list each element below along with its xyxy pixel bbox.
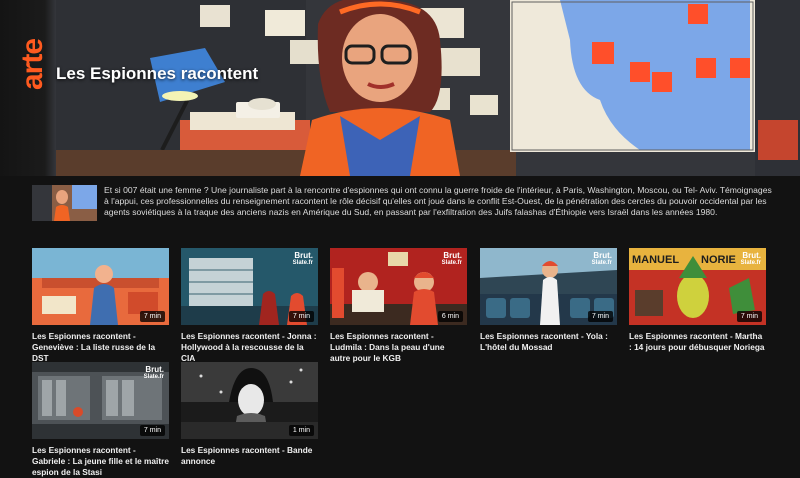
episode-thumbnail[interactable]: Brut. Slate.fr 6 min [330, 248, 467, 325]
arte-logo[interactable]: arte [16, 39, 49, 90]
hero-banner: arte Les Espionnes racontent [0, 0, 800, 176]
svg-text:NORIE: NORIE [701, 254, 736, 266]
episode-thumbnail[interactable]: Brut. Slate.fr 7 min [32, 362, 169, 439]
program-thumbnail[interactable] [32, 185, 97, 221]
episode-title[interactable]: Les Espionnes racontent - Geneviève : La… [32, 331, 169, 364]
episode-thumbnail[interactable]: 7 min [32, 248, 169, 325]
brut-slate-logo: Brut. Slate.fr [441, 251, 462, 266]
episode-title[interactable]: Les Espionnes racontent - Jonna : Hollyw… [181, 331, 318, 364]
episode-title[interactable]: Les Espionnes racontent - Martha : 14 jo… [629, 331, 766, 353]
episode-title[interactable]: Les Espionnes racontent - Gabriele : La … [32, 445, 169, 478]
svg-text:MANUEL: MANUEL [632, 254, 679, 266]
logo-column: arte [0, 0, 56, 176]
episode-card[interactable]: Brut. Slate.fr 6 min Les Espionnes racont… [330, 248, 467, 364]
episode-card[interactable]: 1 min Les Espionnes racontent - Bande an… [181, 362, 318, 467]
episode-thumbnail[interactable]: Brut. Slate.fr 7 min [181, 248, 318, 325]
episode-title[interactable]: Les Espionnes racontent - Ludmila : Dans… [330, 331, 467, 364]
episode-thumbnail[interactable]: Brut. Slate.fr 7 min [480, 248, 617, 325]
brut-slate-logo: Brut. Slate.fr [591, 251, 612, 266]
episode-title[interactable]: Les Espionnes racontent - Bande annonce [181, 445, 318, 467]
episode-title[interactable]: Les Espionnes racontent - Yola : L'hôtel… [480, 331, 617, 353]
episode-card[interactable]: Brut. Slate.fr 7 min Les Espionnes racont… [480, 248, 617, 353]
episode-card[interactable]: Brut. Slate.fr 7 min Les Espionnes racont… [181, 248, 318, 364]
brut-slate-logo: Brut. Slate.fr [292, 251, 313, 266]
episode-card[interactable]: Brut. Slate.fr 7 min Les Espionnes racont… [32, 362, 169, 478]
description-text: Et si 007 était une femme ? Une journali… [104, 185, 772, 218]
brut-slate-logo: Brut. Slate.fr [143, 365, 164, 380]
episode-thumbnail[interactable]: MANUEL NORIE Brut. Slate.fr 7 min [629, 248, 766, 325]
duration-badge: 7 min [288, 311, 314, 322]
brut-slate-logo: Brut. Slate.fr [740, 251, 761, 266]
program-description: Et si 007 était une femme ? Une journali… [32, 185, 772, 223]
episode-card[interactable]: 7 min Les Espionnes racontent - Genevièv… [32, 248, 169, 364]
duration-badge: 1 min [288, 425, 314, 436]
episode-thumbnail[interactable]: 1 min [181, 362, 318, 439]
episode-card[interactable]: MANUEL NORIE Brut. Slate.fr 7 min Les Esp… [629, 248, 766, 353]
hero-illustration [0, 0, 800, 176]
duration-badge: 6 min [437, 311, 463, 322]
duration-badge: 7 min [587, 311, 613, 322]
duration-badge: 7 min [736, 311, 762, 322]
page-title: Les Espionnes racontent [56, 64, 259, 83]
duration-badge: 7 min [139, 425, 165, 436]
duration-badge: 7 min [139, 311, 165, 322]
